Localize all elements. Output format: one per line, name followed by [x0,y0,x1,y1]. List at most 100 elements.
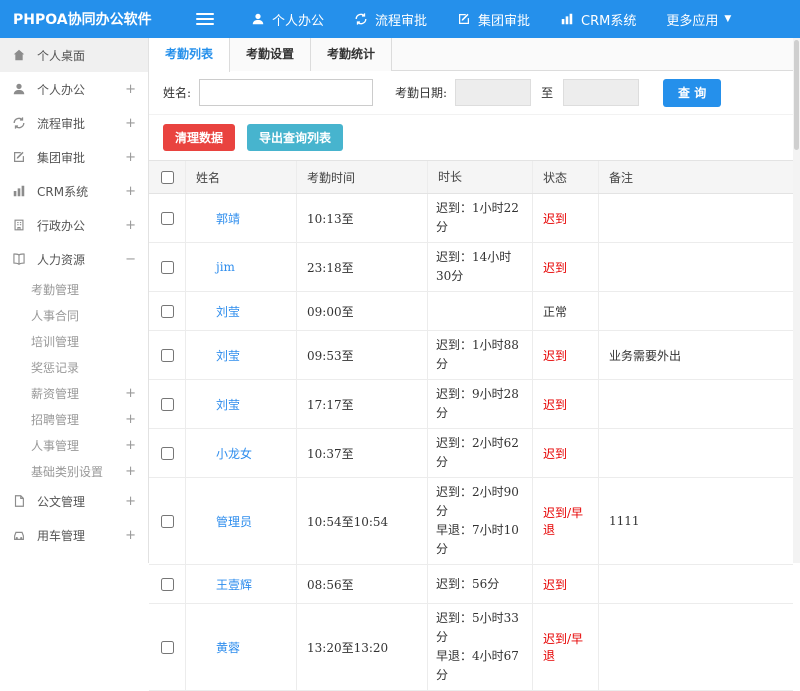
scrollbar[interactable] [793,38,800,563]
sidebar-subitem-personnel-contract[interactable]: 人事合同 [0,302,148,328]
sidebar-item-admin-office[interactable]: 行政办公 + [0,208,148,242]
expand-plus-icon[interactable]: + [125,184,136,199]
employee-name-link[interactable]: 郭靖 [216,210,240,227]
name-filter-input[interactable] [199,79,374,106]
expand-plus-icon[interactable]: + [125,82,136,97]
topnav-more-apps[interactable]: 更多应用 ▼ [651,0,746,38]
expand-plus-icon[interactable]: + [125,412,136,427]
tab-attendance-settings[interactable]: 考勤设置 [230,38,312,71]
employee-name-link[interactable]: 刘莹 [216,396,240,413]
collapse-minus-icon[interactable]: − [125,252,136,267]
duration-cell: 迟到：14小时30分 [428,243,533,291]
row-checkbox[interactable] [160,640,174,654]
remark-text [599,604,793,690]
menu-toggle-icon[interactable] [196,12,214,26]
row-checkbox[interactable] [160,577,174,591]
sidebar-item-group-approval[interactable]: 集团审批 + [0,140,148,174]
topnav-workflow-approval[interactable]: 流程审批 [339,0,442,38]
sidebar-subitem-recruitment-management[interactable]: 招聘管理 + [0,406,148,432]
search-button[interactable]: 查 询 [663,78,722,107]
status-text: 迟到 [543,348,568,363]
row-checkbox[interactable] [160,304,174,318]
late-duration: 迟到：9小时28分 [436,387,519,420]
topnav-crm[interactable]: CRM系统 [545,0,651,38]
topnav-personal-office[interactable]: 个人办公 [236,0,339,38]
table-body: 郭靖 10:13至 迟到：1小时22分 迟到 jim 23:18至 迟到：14小… [149,194,793,691]
topnav-label: 更多应用 [666,13,719,29]
expand-plus-icon[interactable]: + [125,218,136,233]
export-list-button[interactable]: 导出查询列表 [247,124,344,151]
sidebar-subitem-label: 奖惩记录 [31,360,80,375]
sidebar-item-human-resources[interactable]: 人力资源 − [0,242,148,276]
header-status: 状态 [533,161,599,193]
employee-name-link[interactable]: 王壹辉 [216,576,252,593]
employee-name-link[interactable]: 刘莹 [216,347,240,364]
sidebar-item-label: 人力资源 [37,252,86,267]
late-duration: 迟到：5小时33分 [436,611,519,644]
sidebar-subitem-personnel-management[interactable]: 人事管理 + [0,432,148,458]
tab-bar: 考勤列表 考勤设置 考勤统计 [149,38,793,72]
table-row: jim 23:18至 迟到：14小时30分 迟到 [149,243,793,292]
sidebar-item-personal-office[interactable]: 个人办公 + [0,72,148,106]
building-icon [12,217,28,233]
expand-plus-icon[interactable]: + [125,116,136,131]
late-duration: 迟到：2小时62分 [436,436,519,469]
hr-submenu: 考勤管理 人事合同 培训管理 奖惩记录 薪资管理 + 招聘管理 + 人事管理 +… [0,276,148,484]
sidebar-item-workflow-approval[interactable]: 流程审批 + [0,106,148,140]
sidebar-subitem-base-category-settings[interactable]: 基础类别设置 + [0,458,148,484]
date-from-input[interactable] [455,79,532,106]
row-checkbox[interactable] [160,348,174,362]
employee-name-link[interactable]: 管理员 [216,513,252,530]
row-checkbox[interactable] [160,514,174,528]
employee-name-link[interactable]: 小龙女 [216,445,252,462]
table-header-row: 姓名 考勤时间 时长 状态 备注 [149,160,793,194]
late-duration: 迟到：2小时90分 [436,485,519,518]
main-content: 考勤列表 考勤设置 考勤统计 姓名: 考勤日期: 至 查 询 清理数据 导出查询… [149,38,793,691]
sidebar-subitem-training-management[interactable]: 培训管理 [0,328,148,354]
tab-attendance-list[interactable]: 考勤列表 [149,38,231,72]
sidebar-subitem-reward-punishment[interactable]: 奖惩记录 [0,354,148,380]
top-bar: PHPOA协同办公软件 个人办公 流程审批 集团审批 CRM系统 更多应用 ▼ [0,0,800,38]
select-all-checkbox[interactable] [160,170,174,184]
attendance-time: 10:37至 [297,429,428,477]
expand-plus-icon[interactable]: + [125,528,136,543]
top-nav: 个人办公 流程审批 集团审批 CRM系统 更多应用 ▼ [236,0,746,38]
tab-attendance-stats[interactable]: 考勤统计 [311,38,393,71]
sidebar-item-crm[interactable]: CRM系统 + [0,174,148,208]
sidebar-subitem-salary-management[interactable]: 薪资管理 + [0,380,148,406]
action-bar: 清理数据 导出查询列表 [149,115,793,160]
date-to-input[interactable] [563,79,640,106]
row-checkbox[interactable] [160,260,174,274]
employee-name-link[interactable]: jim [216,260,235,274]
table-row: 管理员 10:54至10:54 迟到：2小时90分 早退：7小时10分 迟到/早… [149,478,793,565]
topnav-group-approval[interactable]: 集团审批 [442,0,545,38]
expand-plus-icon[interactable]: + [125,494,136,509]
duration-cell: 迟到：5小时33分 早退：4小时67分 [428,604,533,690]
sidebar-subitem-label: 人事管理 [31,438,80,453]
remark-text: 业务需要外出 [609,348,682,363]
duration-cell: 迟到：56分 [428,565,533,603]
topnav-label: 流程审批 [375,13,428,29]
chart-icon [12,183,28,199]
expand-plus-icon[interactable]: + [125,464,136,479]
late-duration: 迟到：1小时22分 [436,201,519,234]
sidebar-item-personal-desktop[interactable]: 个人桌面 [0,38,148,72]
remark-text [599,292,793,330]
sidebar-item-vehicle-management[interactable]: 用车管理 + [0,518,148,552]
sidebar-item-document-management[interactable]: 公文管理 + [0,484,148,518]
row-checkbox[interactable] [160,446,174,460]
employee-name-link[interactable]: 黄蓉 [216,639,240,656]
row-checkbox[interactable] [160,211,174,225]
scrollbar-thumb[interactable] [794,40,799,150]
expand-plus-icon[interactable]: + [125,150,136,165]
chart-icon [560,12,574,26]
attendance-table: 姓名 考勤时间 时长 状态 备注 郭靖 10:13至 迟到：1小时22分 迟到 … [149,160,793,691]
row-checkbox[interactable] [160,397,174,411]
expand-plus-icon[interactable]: + [125,386,136,401]
clean-data-button[interactable]: 清理数据 [163,124,236,151]
employee-name-link[interactable]: 刘莹 [216,303,240,320]
status-text: 迟到/早退 [543,632,584,663]
attendance-time: 13:20至13:20 [297,604,428,690]
sidebar-subitem-attendance-management[interactable]: 考勤管理 [0,276,148,302]
expand-plus-icon[interactable]: + [125,438,136,453]
